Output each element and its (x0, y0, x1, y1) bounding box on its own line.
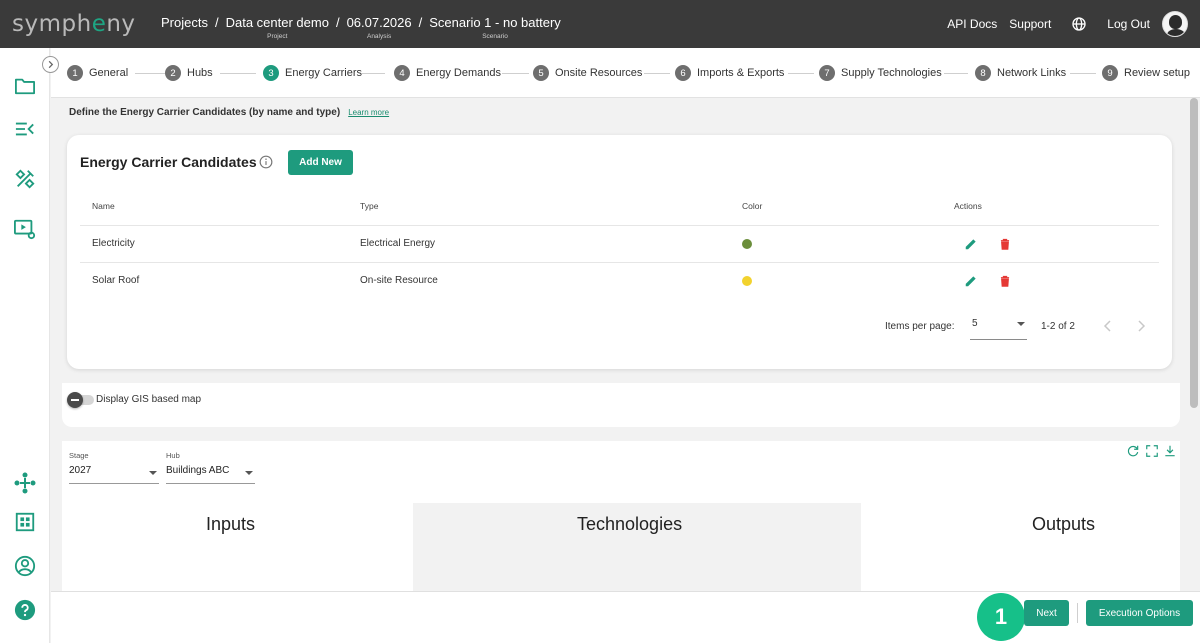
info-icon[interactable] (259, 155, 273, 169)
folder-icon[interactable] (13, 74, 37, 98)
step-review-setup[interactable]: 9 Review setup (1102, 65, 1190, 81)
step-connector (644, 73, 670, 74)
carrier-color-swatch (742, 276, 752, 286)
hub-select[interactable]: Hub Buildings ABC (166, 451, 255, 484)
help-circle-icon[interactable] (13, 598, 37, 622)
stage-select[interactable]: Stage 2027 (69, 451, 159, 484)
step-connector (362, 73, 385, 74)
carrier-type: Electrical Energy (360, 238, 436, 249)
chevron-down-icon (1017, 322, 1025, 326)
globe-icon[interactable] (1071, 16, 1087, 32)
tools-icon[interactable] (13, 167, 37, 191)
logout-link[interactable]: Log Out (1107, 17, 1150, 31)
menu-collapse-icon[interactable] (13, 117, 37, 141)
breadcrumb-separator: / (335, 15, 340, 30)
items-per-page-select[interactable]: 5 (970, 312, 1027, 340)
chevron-right-icon (1138, 320, 1146, 332)
step-hubs[interactable]: 2 Hubs (165, 65, 213, 81)
step-connector (1070, 73, 1096, 74)
setup-stepper: 1 General 2 Hubs 3 Energy Carriers 4 Energy … (51, 48, 1200, 98)
step-energy-demands[interactable]: 4 Energy Demands (394, 65, 501, 81)
learn-more-link[interactable]: Learn more (348, 108, 389, 117)
sidebar-expand-button[interactable] (42, 56, 59, 73)
step-supply-technologies[interactable]: 7 Supply Technologies (819, 65, 942, 81)
gis-map-label: Display GIS based map (96, 394, 202, 405)
chevron-right-icon (48, 60, 54, 69)
delete-icon[interactable] (998, 237, 1012, 251)
card-title: Energy Carrier Candidates (80, 154, 257, 170)
fullscreen-icon[interactable] (1145, 444, 1159, 458)
edit-icon[interactable] (964, 274, 978, 288)
edit-icon[interactable] (964, 237, 978, 251)
carrier-name: Solar Roof (92, 275, 140, 286)
prev-page-button[interactable] (1103, 320, 1113, 335)
chevron-left-icon (1103, 320, 1111, 332)
sidebar (0, 48, 50, 643)
video-settings-icon[interactable] (13, 217, 37, 241)
download-icon[interactable] (1163, 444, 1177, 458)
step-connector (788, 73, 814, 74)
gis-map-toggle[interactable] (67, 392, 94, 408)
toggle-knob (67, 392, 83, 408)
step-general[interactable]: 1 General (67, 65, 128, 81)
top-header: sympheny Projects / Data center demo Pro… (0, 0, 1200, 48)
avatar[interactable] (1162, 11, 1188, 37)
step-network-links[interactable]: 8 Network Links (975, 65, 1066, 81)
step-badge: 1 (977, 593, 1025, 641)
pagination-range: 1-2 of 2 (1041, 321, 1075, 332)
column-header-type: Type (360, 201, 379, 211)
chevron-down-icon (245, 471, 253, 475)
step-connector (220, 73, 256, 74)
next-page-button[interactable] (1136, 320, 1146, 335)
carrier-color-swatch (742, 239, 752, 249)
footer-divider (1077, 603, 1078, 623)
gis-panel: Display GIS based map (62, 383, 1180, 427)
breadcrumb-projects[interactable]: Projects (161, 15, 208, 33)
items-per-page-label: Items per page: (885, 321, 955, 332)
delete-icon[interactable] (998, 274, 1012, 288)
breadcrumb-analysis[interactable]: 06.07.2026 Analysis (347, 15, 412, 40)
api-docs-link[interactable]: API Docs (947, 17, 997, 31)
page-description: Define the Energy Carrier Candidates (by… (69, 107, 390, 118)
account-circle-icon[interactable] (13, 554, 37, 578)
row-divider (80, 262, 1159, 263)
app-logo[interactable]: sympheny (12, 11, 136, 37)
column-header-actions: Actions (954, 201, 982, 211)
inputs-heading: Inputs (206, 514, 256, 534)
column-header-color: Color (742, 201, 763, 211)
step-imports-exports[interactable]: 6 Imports & Exports (675, 65, 784, 81)
next-button[interactable]: Next (1024, 600, 1069, 626)
row-divider (80, 225, 1159, 226)
main-scrollbar[interactable] (1190, 98, 1198, 408)
breadcrumb-separator: / (418, 15, 423, 30)
network-nodes-icon[interactable] (13, 471, 37, 495)
breadcrumb-project[interactable]: Data center demo Project (226, 15, 329, 40)
column-header-name: Name (92, 201, 115, 211)
carrier-type: On-site Resource (360, 275, 438, 286)
breadcrumb-scenario[interactable]: Scenario 1 - no battery Scenario (429, 15, 561, 40)
refresh-icon[interactable] (1126, 444, 1140, 458)
technologies-heading: Technologies (577, 514, 683, 534)
step-onsite-resources[interactable]: 5 Onsite Resources (533, 65, 642, 81)
outputs-heading: Outputs (1032, 514, 1096, 534)
step-connector (944, 73, 968, 74)
step-connector (502, 73, 529, 74)
carrier-name: Electricity (92, 238, 135, 249)
breadcrumb: Projects / Data center demo Project / 06… (161, 15, 561, 40)
dashboard-grid-icon[interactable] (13, 510, 37, 534)
hub-diagram-panel: Stage 2027 Hub Buildings ABC Inputs Tech… (62, 441, 1180, 591)
step-connector (135, 73, 165, 74)
breadcrumb-separator: / (214, 15, 219, 30)
energy-carrier-card: Energy Carrier Candidates Add New Name T… (67, 135, 1172, 369)
execution-options-button[interactable]: Execution Options (1086, 600, 1193, 626)
chevron-down-icon (149, 471, 157, 475)
support-link[interactable]: Support (1009, 17, 1051, 31)
step-energy-carriers[interactable]: 3 Energy Carriers (263, 65, 362, 81)
add-new-button[interactable]: Add New (288, 150, 353, 175)
